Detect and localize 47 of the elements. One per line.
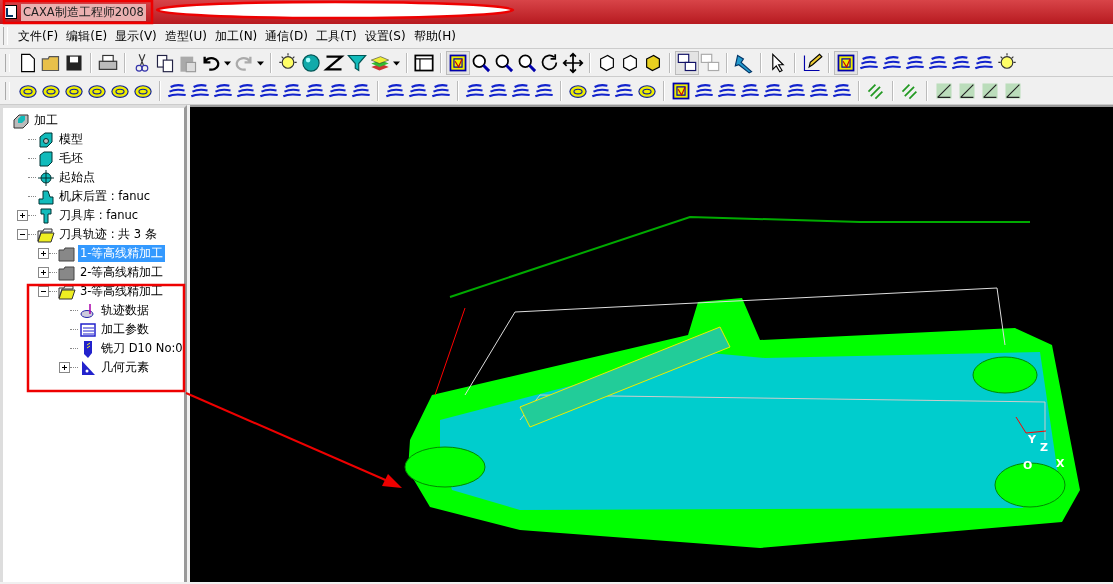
menu-item[interactable]: 编辑(E) [62, 27, 112, 45]
axis-label: O [1023, 459, 1033, 472]
frame-icon[interactable] [447, 51, 469, 74]
menu-item[interactable]: 帮助(H) [409, 27, 460, 45]
tree-item[interactable]: 轨迹数据 [99, 302, 151, 319]
menu-item[interactable]: 文件(F) [14, 27, 63, 45]
tree-item[interactable]: 3-等高线精加工 [78, 283, 166, 300]
tree-item[interactable]: 加工参数 [99, 321, 151, 338]
expand-icon[interactable] [38, 248, 49, 259]
stack-icon[interactable] [676, 51, 698, 74]
tree-item[interactable]: 几何元素 [99, 359, 151, 376]
expand-icon[interactable] [59, 362, 70, 373]
pencil-icon[interactable] [801, 51, 823, 74]
menu-item[interactable]: 加工(N) [210, 27, 262, 45]
menu-item[interactable]: 通信(D) [261, 27, 312, 45]
menu-item[interactable]: 造型(U) [160, 27, 211, 45]
tree-item[interactable]: 模型 [57, 131, 85, 148]
menu-item[interactable]: 设置(S) [360, 27, 410, 45]
machine-icon [37, 187, 55, 206]
move-icon[interactable] [562, 51, 584, 74]
crosshair-icon [37, 168, 55, 187]
list-icon [79, 320, 97, 339]
cutter-icon [37, 206, 55, 225]
cube-icon [37, 149, 55, 168]
tree-item[interactable]: 加工 [32, 112, 60, 129]
expand-icon[interactable] [38, 267, 49, 278]
frame-icon[interactable] [835, 51, 857, 74]
window-title: CAXA制造工程师2008 [21, 3, 146, 21]
expand-icon[interactable] [17, 210, 28, 221]
tree-item[interactable]: 机床后置 : fanuc [57, 188, 153, 205]
tree-item[interactable]: 刀具库 : fanuc [57, 207, 141, 224]
axis-label: Y [1028, 433, 1036, 446]
menu-item[interactable]: 显示(V) [111, 27, 161, 45]
tree-item[interactable]: 刀具轨迹 : 共 3 条 [57, 226, 159, 243]
block-icon [12, 111, 30, 130]
menu-item[interactable]: 工具(T) [311, 27, 361, 45]
block-icon [37, 130, 55, 149]
collapse-icon[interactable] [17, 229, 28, 240]
collapse-icon[interactable] [38, 286, 49, 297]
sphere-icon[interactable] [300, 51, 322, 74]
tree-item[interactable]: 毛坯 [57, 150, 85, 167]
axis-label: X [1056, 457, 1065, 470]
tree-item[interactable]: 起始点 [57, 169, 97, 186]
axis-label: Z [1040, 441, 1048, 454]
tree-item[interactable]: 铣刀 D10 No:0 [99, 340, 184, 357]
tree-item[interactable]: 2-等高线精加工 [78, 264, 166, 281]
folder-icon [37, 225, 55, 244]
